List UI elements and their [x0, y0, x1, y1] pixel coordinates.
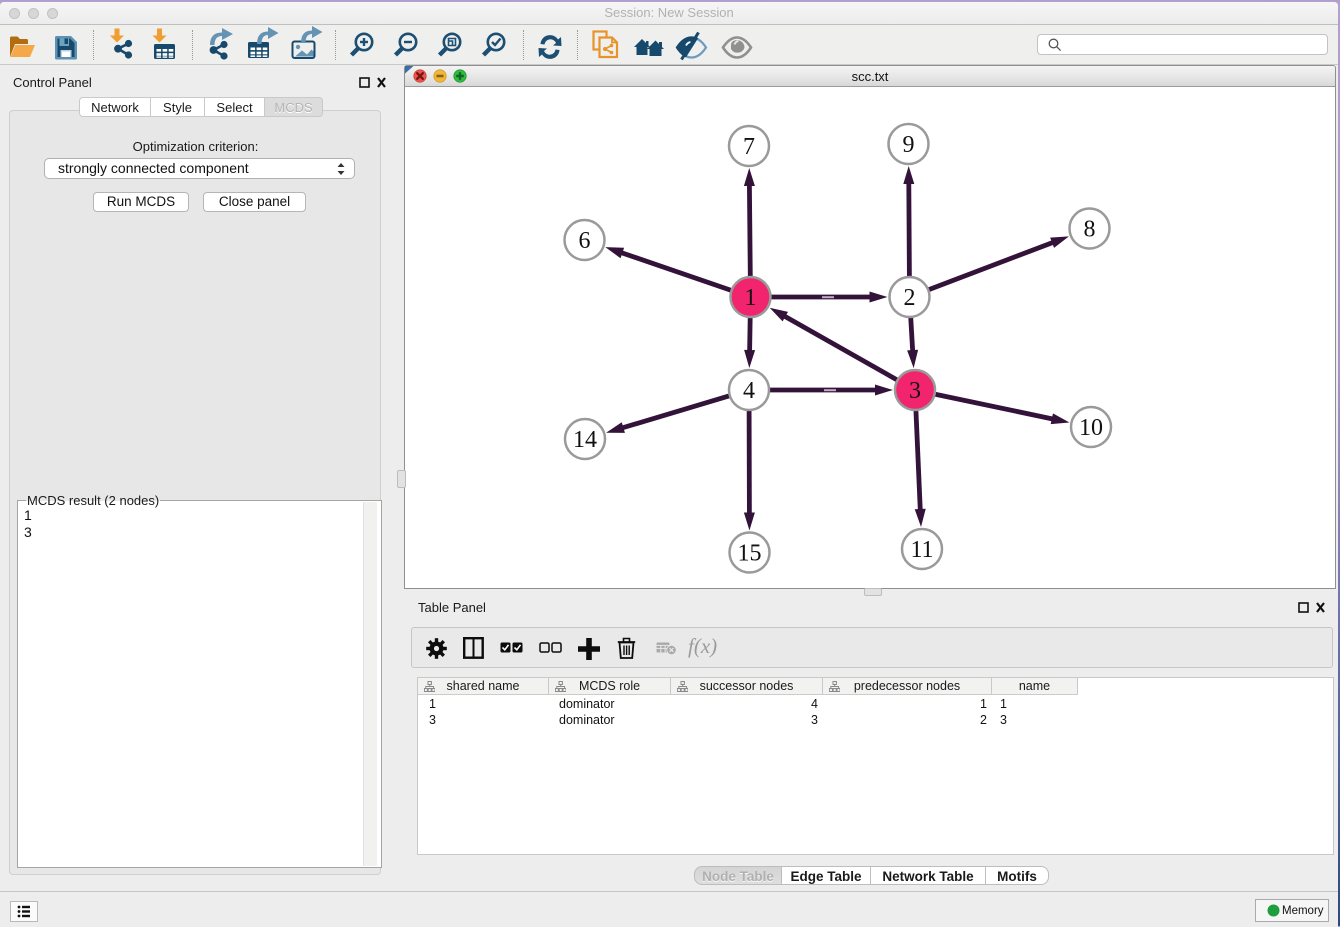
svg-text:6: 6 [579, 228, 591, 254]
svg-text:9: 9 [903, 132, 915, 158]
svg-text:10: 10 [1079, 415, 1103, 441]
svg-text:4: 4 [743, 378, 755, 404]
svg-text:15: 15 [738, 541, 762, 567]
svg-text:2: 2 [904, 285, 916, 311]
svg-text:8: 8 [1084, 217, 1096, 243]
svg-text:14: 14 [573, 427, 597, 453]
svg-text:11: 11 [910, 537, 933, 563]
svg-text:3: 3 [909, 378, 921, 404]
svg-text:1: 1 [745, 285, 757, 311]
svg-text:7: 7 [743, 134, 755, 160]
